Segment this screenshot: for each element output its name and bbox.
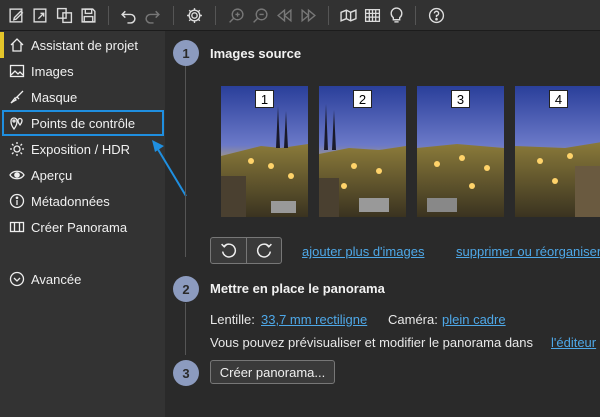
thumbnail-number: 2 [353, 90, 372, 108]
export-icon[interactable] [30, 5, 50, 25]
sidebar-item-label: Métadonnées [31, 193, 110, 209]
sidebar-item-metadonnees[interactable]: Métadonnées [0, 188, 165, 214]
sidebar-item-creer-panorama[interactable]: Créer Panorama [0, 214, 165, 240]
sidebar-item-label: Points de contrôle [31, 115, 136, 131]
rotate-left-button[interactable] [211, 238, 246, 263]
sidebar-item-assistant[interactable]: Assistant de projet [0, 32, 165, 58]
step-1-number: 1 [173, 40, 199, 66]
sidebar-item-label: Assistant de projet [31, 37, 138, 53]
editor-link[interactable]: l'éditeur [551, 335, 596, 350]
image-icon [9, 63, 25, 79]
sidebar-item-exposition[interactable]: Exposition / HDR [0, 136, 165, 162]
thumbnail-number: 1 [255, 90, 274, 108]
brush-icon [9, 89, 25, 105]
sidebar-item-points-de-controle[interactable]: Points de contrôle [2, 110, 164, 136]
image-thumbnail[interactable]: 1 [221, 86, 308, 217]
help-icon[interactable] [426, 5, 446, 25]
step-1-title: Images source [210, 46, 302, 61]
thumbnail-number: 3 [451, 90, 470, 108]
sidebar-item-masque[interactable]: Masque [0, 84, 165, 110]
annotation-arrow [152, 140, 187, 197]
panorama-icon [9, 219, 25, 235]
rotate-right-button[interactable] [247, 238, 282, 263]
step-2-title: Mettre en place le panorama [210, 281, 385, 296]
rotate-right-icon [256, 243, 272, 258]
prev-icon[interactable] [274, 5, 294, 25]
home-icon [9, 37, 25, 53]
sidebar-item-label: Aperçu [31, 167, 73, 183]
panorama-icon[interactable] [338, 5, 358, 25]
step-timeline [185, 62, 186, 257]
sidebar-item-apercu[interactable]: Aperçu [0, 162, 165, 188]
lens-value-link[interactable]: 33,7 mm rectiligne [261, 312, 367, 327]
step-3-number: 3 [173, 360, 199, 386]
bulb-icon[interactable] [386, 5, 406, 25]
sun-icon [9, 141, 25, 157]
zoom-out-icon[interactable] [250, 5, 270, 25]
save-icon[interactable] [78, 5, 98, 25]
remove-reorder-link[interactable]: supprimer ou réorganiser [456, 244, 600, 259]
sidebar-item-avancee[interactable]: Avancée [0, 266, 165, 292]
preview-text: Vous pouvez prévisualiser et modifier le… [210, 335, 534, 350]
sidebar-item-label: Avancée [31, 271, 82, 287]
copy-icon[interactable] [54, 5, 74, 25]
thumbnail-number: 4 [549, 90, 568, 108]
redo-icon[interactable] [142, 5, 162, 25]
pin-icon [9, 115, 25, 131]
sidebar-item-label: Images [31, 63, 74, 79]
step-2-number: 2 [173, 276, 199, 302]
next-icon[interactable] [298, 5, 318, 25]
sidebar-item-label: Masque [31, 89, 78, 105]
image-thumbnail[interactable]: 4 [515, 86, 600, 217]
lens-label: Lentille: [210, 312, 255, 327]
create-panorama-button[interactable]: Créer panorama... [210, 360, 335, 384]
edit-icon[interactable] [6, 5, 26, 25]
gear-icon[interactable] [184, 5, 204, 25]
sidebar: Assistant de projet Images Masque Points… [0, 31, 165, 417]
rotate-left-icon [221, 243, 237, 258]
sidebar-item-images[interactable]: Images [0, 58, 165, 84]
image-thumbnail[interactable]: 2 [319, 86, 406, 217]
grid-icon[interactable] [362, 5, 382, 25]
chevron-down-circle-icon [9, 271, 25, 287]
camera-label: Caméra: [388, 312, 438, 327]
eye-icon [9, 167, 25, 183]
add-images-link[interactable]: ajouter plus d'images [302, 244, 424, 259]
info-icon [9, 193, 25, 209]
image-thumbnail[interactable]: 3 [417, 86, 504, 217]
toolbar [0, 0, 600, 31]
undo-icon[interactable] [118, 5, 138, 25]
camera-value-link[interactable]: plein cadre [442, 312, 506, 327]
sidebar-item-label: Exposition / HDR [31, 141, 130, 157]
sidebar-item-label: Créer Panorama [31, 219, 128, 235]
step-timeline [185, 303, 186, 355]
rotate-button-group [210, 237, 282, 264]
zoom-in-icon[interactable] [226, 5, 246, 25]
